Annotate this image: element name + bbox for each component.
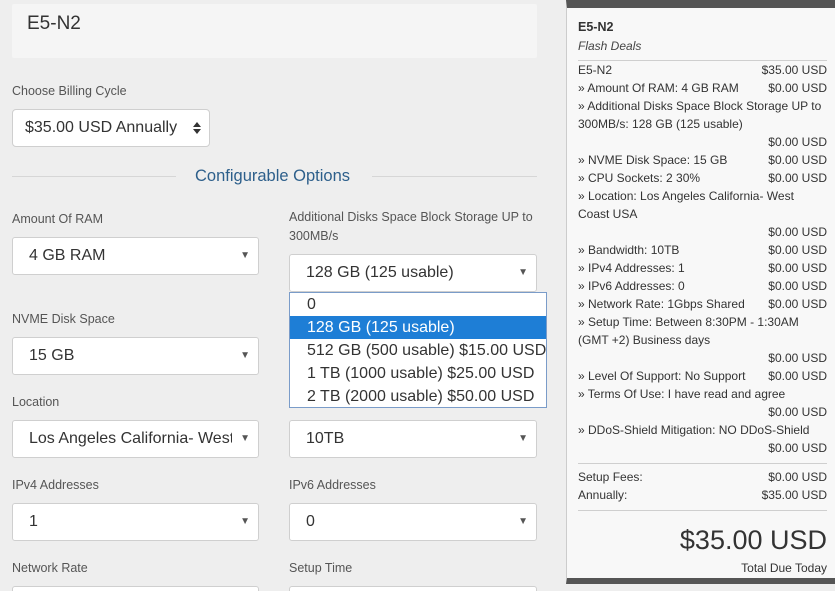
chevron-down-icon: ▼ xyxy=(518,433,528,444)
summary-item-price: $0.00 USD xyxy=(768,441,827,455)
order-summary-panel: E5-N2 Flash Deals E5-N2 $35.00 USD » Amo… xyxy=(566,0,835,584)
summary-item-price: $0.00 USD xyxy=(768,225,827,239)
disk-block-dropdown-list[interactable]: 0 128 GB (125 usable) 512 GB (500 usable… xyxy=(289,292,547,408)
summary-product-title: E5-N2 xyxy=(578,20,614,34)
bandwidth-value: 10TB xyxy=(306,430,345,447)
summary-item-price: $0.00 USD xyxy=(768,351,827,365)
total-due-label: Total Due Today xyxy=(741,561,827,575)
location-label: Location xyxy=(12,395,60,409)
ipv4-label: IPv4 Addresses xyxy=(12,478,99,492)
product-name: E5-N2 xyxy=(27,13,81,34)
summary-product-group: Flash Deals xyxy=(578,39,642,53)
disk-block-label: Additional Disks Space Block Storage UP … xyxy=(289,210,533,243)
section-divider-left xyxy=(12,176,176,177)
ram-label: Amount Of RAM xyxy=(12,212,103,226)
chevron-down-icon: ▼ xyxy=(240,250,250,261)
product-name-box: E5-N2 xyxy=(12,4,537,58)
ipv6-label: IPv6 Addresses xyxy=(289,478,376,492)
nvme-value: 15 GB xyxy=(29,347,75,364)
disk-block-select[interactable]: 128 GB (125 usable) ▼ xyxy=(289,254,537,292)
ipv6-select[interactable]: 0 ▼ xyxy=(289,503,537,541)
summary-divider xyxy=(578,463,827,464)
summary-item-price: $0.00 USD xyxy=(768,135,827,149)
billing-cycle-select[interactable]: $35.00 USD Annually xyxy=(12,109,210,147)
updown-arrows-icon xyxy=(193,119,201,135)
summary-item-price: $0.00 USD xyxy=(768,405,827,419)
section-divider-right xyxy=(372,176,537,177)
dropdown-option[interactable]: 512 GB (500 usable) $15.00 USD xyxy=(290,339,546,362)
billing-cycle-value: $35.00 USD Annually xyxy=(25,119,178,136)
ram-value: 4 GB RAM xyxy=(29,247,106,264)
bandwidth-select[interactable]: 10TB ▼ xyxy=(289,420,537,458)
network-rate-select[interactable] xyxy=(12,586,259,591)
dropdown-option[interactable]: 0 xyxy=(290,293,546,316)
chevron-down-icon: ▼ xyxy=(518,516,528,527)
chevron-down-icon: ▼ xyxy=(240,516,250,527)
ipv6-value: 0 xyxy=(306,513,315,530)
nvme-select[interactable]: 15 GB ▼ xyxy=(12,337,259,375)
configurable-options-heading: Configurable Options xyxy=(195,167,351,185)
ram-select[interactable]: 4 GB RAM ▼ xyxy=(12,237,259,275)
ipv4-select[interactable]: 1 ▼ xyxy=(12,503,259,541)
location-value: Los Angeles California- West Coast USA xyxy=(29,430,232,447)
chevron-down-icon: ▼ xyxy=(518,267,528,278)
billing-cycle-label: Choose Billing Cycle xyxy=(12,84,127,98)
dropdown-option[interactable]: 1 TB (1000 usable) $25.00 USD xyxy=(290,362,546,385)
total-due-amount: $35.00 USD xyxy=(679,525,827,555)
nvme-label: NVME Disk Space xyxy=(12,312,115,326)
setup-time-select[interactable] xyxy=(289,586,537,591)
chevron-down-icon: ▼ xyxy=(240,350,250,361)
chevron-down-icon: ▼ xyxy=(240,433,250,444)
location-select[interactable]: Los Angeles California- West Coast USA ▼ xyxy=(12,420,259,458)
network-rate-label: Network Rate xyxy=(12,561,88,575)
disk-block-value: 128 GB (125 usable) xyxy=(306,264,454,281)
dropdown-option-selected[interactable]: 128 GB (125 usable) xyxy=(290,316,546,339)
summary-divider xyxy=(578,510,827,511)
setup-time-label: Setup Time xyxy=(289,561,353,575)
ipv4-value: 1 xyxy=(29,513,38,530)
dropdown-option[interactable]: 2 TB (2000 usable) $50.00 USD xyxy=(290,385,546,407)
